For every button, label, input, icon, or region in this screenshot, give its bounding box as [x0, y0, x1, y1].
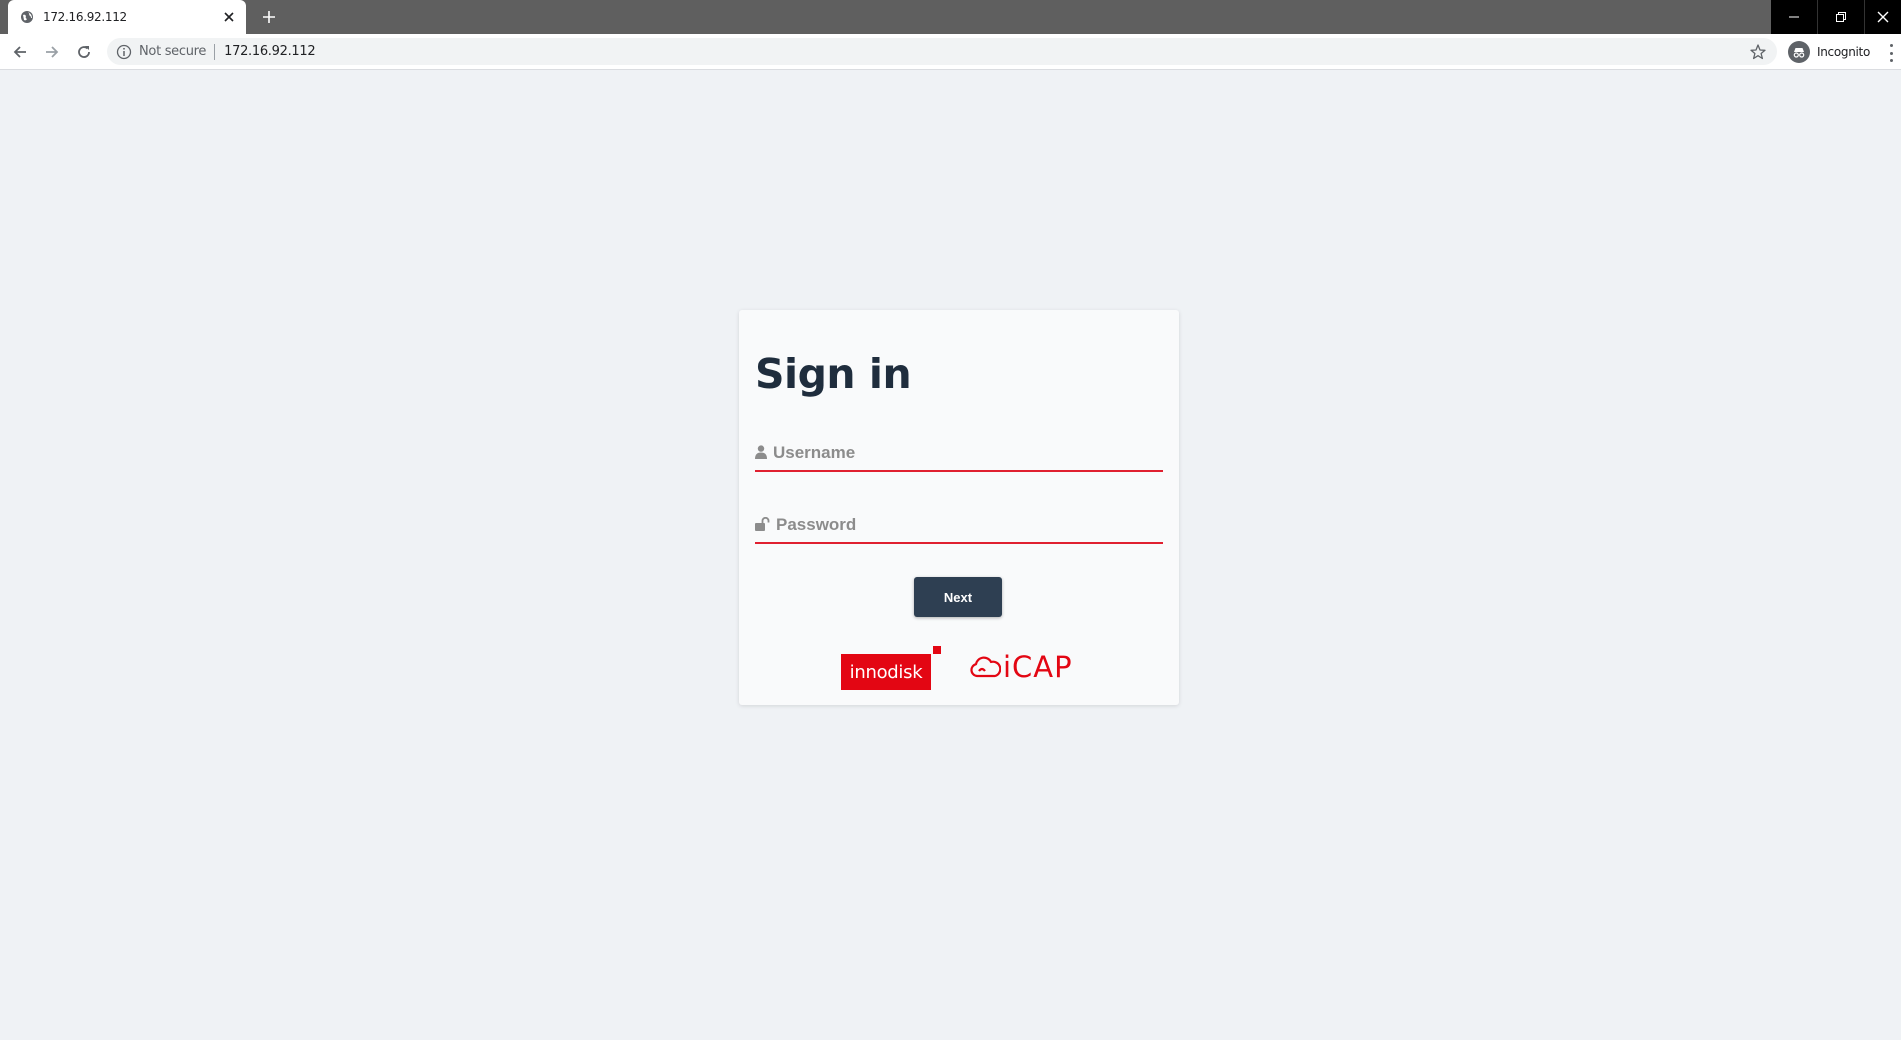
innodisk-logo-square [933, 646, 941, 654]
window-controls [1771, 0, 1901, 34]
browser-toolbar: Not secure 172.16.92.112 Incognito [0, 34, 1901, 70]
username-input[interactable] [773, 438, 1163, 468]
cloud-icon [969, 655, 1001, 679]
plus-icon[interactable] [258, 6, 280, 28]
menu-icon[interactable] [1886, 44, 1896, 62]
page-title: Sign in [755, 350, 912, 398]
innodisk-logo: innodisk [841, 646, 941, 690]
back-icon[interactable] [9, 41, 31, 63]
unlock-icon [755, 517, 772, 533]
innodisk-logo-text: innodisk [849, 661, 923, 683]
icap-logo-text: iCAP [1003, 650, 1073, 684]
reload-icon[interactable] [73, 41, 95, 63]
restore-icon[interactable] [1817, 0, 1864, 34]
security-label[interactable]: Not secure [139, 44, 206, 59]
globe-icon [20, 10, 34, 24]
browser-tab[interactable]: 172.16.92.112 [8, 0, 246, 34]
url-text[interactable]: 172.16.92.112 [224, 44, 1749, 59]
tab-title: 172.16.92.112 [43, 10, 127, 24]
minimize-icon[interactable] [1771, 0, 1817, 34]
password-input[interactable] [776, 510, 1163, 540]
next-button[interactable]: Next [914, 577, 1002, 617]
signin-card: Sign in Next innodisk iCAP [739, 310, 1179, 705]
browser-tab-bar: 172.16.92.112 [0, 0, 1901, 34]
password-field[interactable] [755, 508, 1163, 544]
star-icon[interactable] [1749, 43, 1767, 61]
icap-logo: iCAP [969, 650, 1077, 684]
incognito-label: Incognito [1817, 44, 1870, 59]
username-field[interactable] [755, 436, 1163, 472]
incognito-indicator[interactable]: Incognito [1784, 38, 1876, 65]
address-bar[interactable]: Not secure 172.16.92.112 [107, 38, 1777, 65]
close-window-icon[interactable] [1864, 0, 1901, 34]
incognito-icon [1788, 40, 1810, 63]
omnibox-divider [214, 43, 216, 60]
info-icon[interactable] [116, 44, 132, 60]
user-icon [755, 445, 769, 461]
innodisk-logo-box: innodisk [841, 654, 931, 690]
forward-icon[interactable] [41, 41, 63, 63]
close-icon[interactable] [221, 9, 237, 25]
